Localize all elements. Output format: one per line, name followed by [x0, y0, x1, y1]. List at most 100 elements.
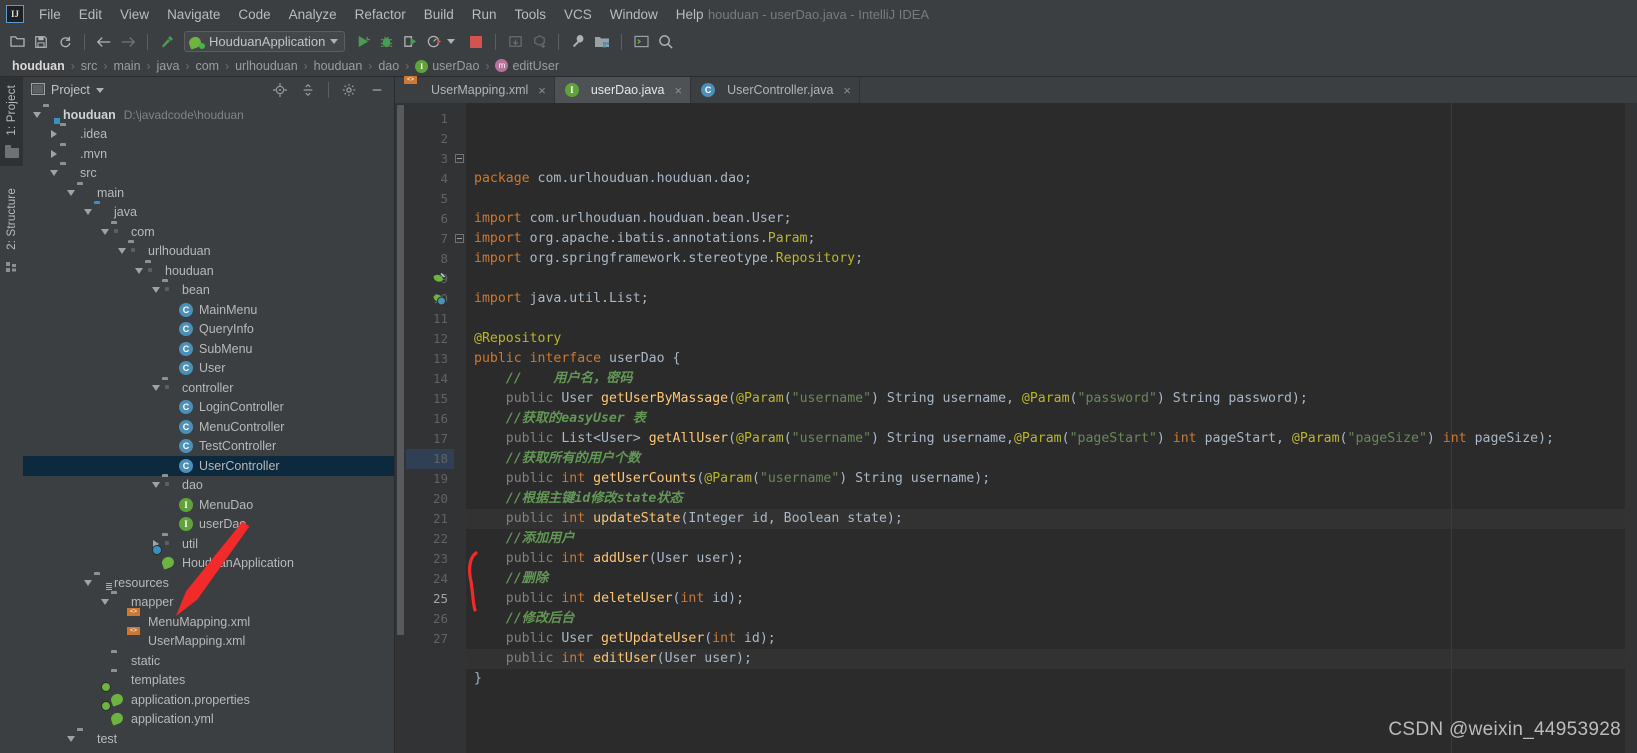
open-folder-icon[interactable]: [6, 31, 28, 53]
chevron-down-icon[interactable]: [330, 39, 339, 44]
line-number-17[interactable]: 17: [406, 429, 454, 449]
line-number-24[interactable]: 24: [406, 569, 454, 589]
tree-item-application-yml[interactable]: application.yml: [23, 710, 394, 730]
sidebar-tab-structure[interactable]: 2: Structure: [3, 180, 21, 258]
line-number-27[interactable]: 27: [406, 629, 454, 649]
tree-item--mvn[interactable]: .mvn: [23, 144, 394, 164]
fold-collapse-icon[interactable]: [455, 234, 464, 243]
spring-bean-gutter-icon[interactable]: [432, 272, 446, 286]
line-number-14[interactable]: 14: [406, 369, 454, 389]
breadcrumb-item-houduan[interactable]: houduan: [8, 59, 69, 73]
tree-item--idea[interactable]: .idea: [23, 125, 394, 145]
tree-item-java[interactable]: java: [23, 203, 394, 223]
breadcrumb-item-main[interactable]: main: [109, 59, 144, 73]
editor-tab-usermapping-xml[interactable]: UserMapping.xml ×: [395, 77, 555, 103]
hide-panel-icon[interactable]: [366, 79, 388, 101]
line-number-10[interactable]: 10: [406, 289, 454, 309]
search-everywhere-icon[interactable]: [654, 31, 676, 53]
chevron-down-icon[interactable]: [133, 265, 145, 277]
menu-run[interactable]: Run: [463, 4, 506, 25]
breadcrumb-item-dao[interactable]: dao: [374, 59, 403, 73]
line-number-8[interactable]: 8: [406, 249, 454, 269]
project-tree[interactable]: houduan D:\javadcode\houduan .idea .mvn src m…: [23, 103, 394, 753]
tree-item-controller[interactable]: controller: [23, 378, 394, 398]
chevron-down-icon[interactable]: [116, 245, 128, 257]
chevron-right-icon[interactable]: [48, 148, 60, 160]
line-number-12[interactable]: 12: [406, 329, 454, 349]
breadcrumb-item-userdao[interactable]: IuserDao: [411, 59, 483, 73]
close-icon[interactable]: ×: [843, 83, 851, 98]
fold-collapse-icon[interactable]: [455, 154, 464, 163]
tree-item-util[interactable]: util: [23, 534, 394, 554]
line-number-25[interactable]: 25: [406, 589, 454, 609]
line-number-1[interactable]: 1: [406, 109, 454, 129]
run-icon[interactable]: [351, 31, 373, 53]
line-number-7[interactable]: 7: [406, 229, 454, 249]
breadcrumb-item-com[interactable]: com: [191, 59, 223, 73]
tree-item-user[interactable]: C User: [23, 359, 394, 379]
gear-icon[interactable]: [338, 79, 360, 101]
tree-item-dao[interactable]: dao: [23, 476, 394, 496]
chevron-right-icon[interactable]: [48, 128, 60, 140]
project-structure-icon[interactable]: [591, 31, 613, 53]
tree-item-houduanapplication[interactable]: HouduanApplication: [23, 554, 394, 574]
run-configuration-selector[interactable]: HouduanApplication: [184, 31, 346, 52]
stop-icon[interactable]: [465, 31, 487, 53]
build-hammer-icon[interactable]: [156, 31, 178, 53]
back-arrow-icon[interactable]: [93, 31, 115, 53]
profile-chevron-icon[interactable]: [447, 39, 456, 44]
menu-vcs[interactable]: VCS: [555, 4, 601, 25]
editor-tab-usercontroller-java[interactable]: C UserController.java ×: [691, 77, 860, 103]
line-number-5[interactable]: 5: [406, 189, 454, 209]
chevron-down-icon[interactable]: [31, 109, 43, 121]
sidebar-tab-project[interactable]: 1: Project: [2, 77, 21, 144]
line-number-18[interactable]: 18: [406, 449, 454, 469]
tree-item-menucontroller[interactable]: C MenuController: [23, 417, 394, 437]
line-number-11[interactable]: 11: [406, 309, 454, 329]
spring-interface-gutter-icon[interactable]: [432, 292, 446, 306]
menu-analyze[interactable]: Analyze: [280, 4, 346, 25]
tree-item-static[interactable]: static: [23, 651, 394, 671]
forward-arrow-icon[interactable]: [117, 31, 139, 53]
menu-file[interactable]: File: [30, 4, 70, 25]
line-number-26[interactable]: 26: [406, 609, 454, 629]
chevron-down-icon[interactable]: [65, 187, 77, 199]
menu-navigate[interactable]: Navigate: [158, 4, 229, 25]
update-application-icon[interactable]: [504, 31, 526, 53]
line-number-21[interactable]: 21: [406, 509, 454, 529]
line-number-16[interactable]: 16: [406, 409, 454, 429]
chevron-down-icon[interactable]: [99, 596, 111, 608]
tree-item-bean[interactable]: bean: [23, 281, 394, 301]
tree-item-menumapping-xml[interactable]: MenuMapping.xml: [23, 612, 394, 632]
editor-tab-userdao-java[interactable]: IuserDao.java ×: [554, 77, 692, 103]
tree-item-test[interactable]: test: [23, 729, 394, 749]
breadcrumb-item-java[interactable]: java: [153, 59, 184, 73]
scrollbar-thumb[interactable]: [397, 105, 404, 635]
menu-tools[interactable]: Tools: [506, 4, 556, 25]
tree-item-submenu[interactable]: C SubMenu: [23, 339, 394, 359]
code-folding-column[interactable]: [454, 103, 466, 753]
tree-item-menudao[interactable]: I MenuDao: [23, 495, 394, 515]
tree-item-com[interactable]: com: [23, 222, 394, 242]
tree-item-usercontroller[interactable]: C UserController: [23, 456, 394, 476]
breadcrumb-item-houduan[interactable]: houduan: [310, 59, 367, 73]
tree-item-mainmenu[interactable]: C MainMenu: [23, 300, 394, 320]
collapse-all-icon[interactable]: [297, 79, 319, 101]
line-number-2[interactable]: 2: [406, 129, 454, 149]
tree-item-resources[interactable]: resources: [23, 573, 394, 593]
line-number-gutter[interactable]: 1234567891011121314151617181920212223242…: [406, 103, 454, 753]
chevron-down-icon[interactable]: [150, 284, 162, 296]
package-icon[interactable]: [528, 31, 550, 53]
tree-item-testcontroller[interactable]: C TestController: [23, 437, 394, 457]
terminal-icon[interactable]: [630, 31, 652, 53]
line-number-3[interactable]: 3: [406, 149, 454, 169]
tree-item-urlhouduan[interactable]: urlhouduan: [23, 242, 394, 262]
project-view-chevron-icon[interactable]: [95, 87, 104, 93]
tree-item-application-properties[interactable]: application.properties: [23, 690, 394, 710]
breadcrumb-item-src[interactable]: src: [77, 59, 102, 73]
chevron-down-icon[interactable]: [48, 167, 60, 179]
chevron-down-icon[interactable]: [82, 206, 94, 218]
line-number-20[interactable]: 20: [406, 489, 454, 509]
menu-build[interactable]: Build: [415, 4, 463, 25]
tree-item-mapper[interactable]: mapper: [23, 593, 394, 613]
